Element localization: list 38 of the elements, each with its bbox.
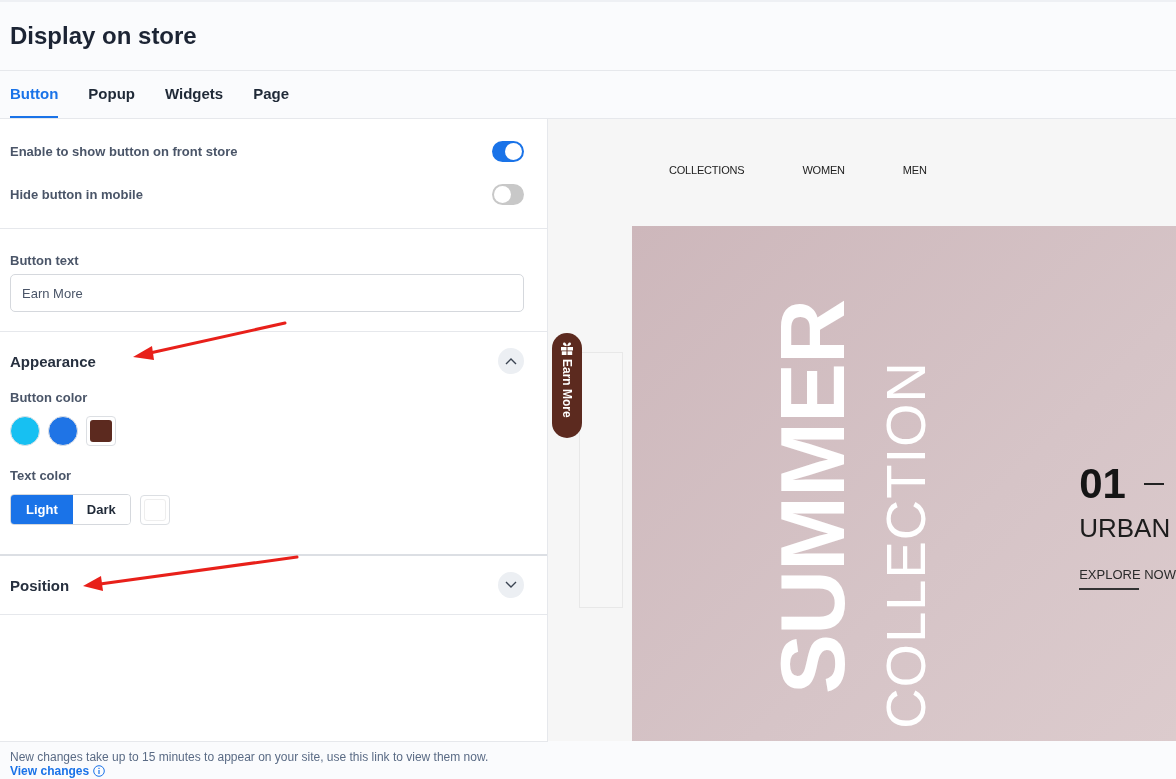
section-title: Appearance xyxy=(10,352,96,370)
section-title: Position xyxy=(10,576,70,594)
button-text-field[interactable]: Earn More xyxy=(10,274,524,312)
gift-icon xyxy=(560,341,574,355)
link-underline xyxy=(1079,588,1140,590)
color-swatch[interactable] xyxy=(10,416,40,446)
explore-link[interactable]: EXPLORE NOW xyxy=(1079,567,1176,582)
text-color-option[interactable]: Light xyxy=(11,495,73,524)
color-swatch[interactable] xyxy=(48,416,78,446)
field-label: Button color xyxy=(10,390,89,405)
slide-number: 01 xyxy=(1079,463,1126,505)
nav-link[interactable]: COLLECTIONS xyxy=(669,163,745,176)
toggle-switch[interactable] xyxy=(492,140,524,162)
page-title: Display on store xyxy=(10,22,197,50)
slide-title: URBAN xyxy=(1079,513,1172,544)
nav-link[interactable]: MEN xyxy=(902,163,927,176)
tab[interactable]: Widgets xyxy=(164,71,224,118)
tab[interactable]: Popup xyxy=(88,71,135,118)
color-swatch[interactable] xyxy=(139,494,170,525)
dash-line xyxy=(1143,483,1164,485)
view-changes-link[interactable]: View changes xyxy=(10,764,90,778)
footer-note: New changes take up to 15 minutes to appear on your site, use this link to view them now. View changes xyxy=(0,741,548,779)
chevron-down-icon xyxy=(505,581,517,589)
field-label: Text color xyxy=(10,468,73,483)
tab[interactable]: Page xyxy=(253,71,290,118)
info-icon xyxy=(92,765,105,777)
field-label: Button text xyxy=(10,253,80,268)
collapse-toggle-button[interactable] xyxy=(498,572,524,598)
toggle-label: Enable to show button on front store xyxy=(10,143,238,159)
chevron-up-icon xyxy=(505,357,517,365)
hero-headline: SUMMER xyxy=(768,300,859,694)
floating-earn-button[interactable]: Earn More xyxy=(552,333,582,438)
hero-subheadline: COLLECTION xyxy=(878,361,935,729)
toggle-label: Hide button in mobile xyxy=(10,186,143,202)
color-swatch[interactable] xyxy=(86,416,116,446)
toggle-switch[interactable] xyxy=(492,183,524,205)
nav-link[interactable]: WOMEN xyxy=(802,163,845,176)
collapse-toggle-button[interactable] xyxy=(498,348,524,374)
